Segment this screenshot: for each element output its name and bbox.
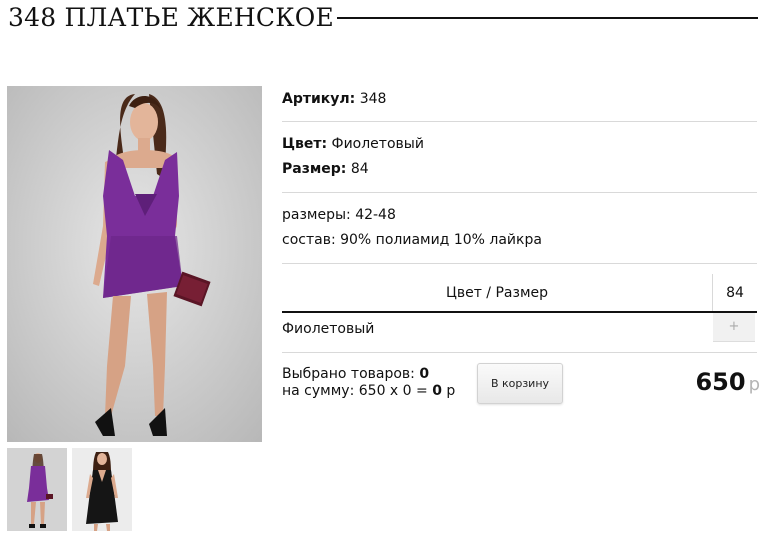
size-column-header: 84 <box>726 285 744 301</box>
color-size-header: Цвет / Размер <box>445 285 549 301</box>
thumb-purple-dress-image <box>7 448 67 531</box>
price-value: 650 <box>695 368 746 396</box>
sizes-range-text: размеры: 42-48 <box>282 207 396 223</box>
sum-value: 0 <box>432 383 442 399</box>
selected-label: Выбрано товаров: <box>282 366 415 382</box>
thumb-black-dress-image <box>72 448 132 531</box>
model-purple-dress-illustration <box>7 86 262 442</box>
variant-row-color: Фиолетовый <box>282 321 375 337</box>
description-block: размеры: 42-48 состав: 90% полиамид 10% … <box>282 203 757 253</box>
size-value: 84 <box>350 161 369 177</box>
sum-formula: 650 x 0 = <box>358 383 428 399</box>
article-value: 348 <box>359 91 387 107</box>
page-title: 348 ПЛАТЬЕ ЖЕНСКОЕ <box>8 2 334 32</box>
main-product-image[interactable] <box>7 86 262 442</box>
color-label: Цвет: <box>282 136 328 152</box>
thumbnail-purple[interactable] <box>7 448 67 531</box>
color-value: Фиолетовый <box>331 136 424 152</box>
separator <box>282 263 757 264</box>
order-summary: Выбрано товаров: 0 на сумму: 650 x 0 = 0… <box>282 366 455 400</box>
separator <box>282 352 757 353</box>
color-size-block: Цвет: Фиолетовый Размер: 84 <box>282 132 757 182</box>
separator <box>282 192 757 193</box>
article-label: Артикул: <box>282 91 356 107</box>
price-currency: р <box>748 374 760 395</box>
separator <box>282 121 757 122</box>
thumbnail-black[interactable] <box>72 448 132 531</box>
page-title-row: 348 ПЛАТЬЕ ЖЕНСКОЕ <box>8 0 758 34</box>
sum-label: на сумму: <box>282 383 355 399</box>
size-label: Размер: <box>282 161 347 177</box>
composition-text: состав: 90% полиамид 10% лайкра <box>282 232 542 248</box>
selected-count: 0 <box>419 366 430 382</box>
table-header-rule <box>282 311 757 313</box>
sum-currency: р <box>446 383 456 399</box>
title-rule <box>336 17 758 19</box>
qty-plus-button[interactable]: + <box>713 313 755 342</box>
plus-icon: + <box>728 319 740 334</box>
article-line: Артикул: 348 <box>282 87 757 112</box>
variants-table-header: Цвет / Размер 84 <box>282 274 757 312</box>
price-block: 650 р <box>620 368 760 396</box>
add-to-cart-button[interactable]: В корзину <box>477 363 563 404</box>
